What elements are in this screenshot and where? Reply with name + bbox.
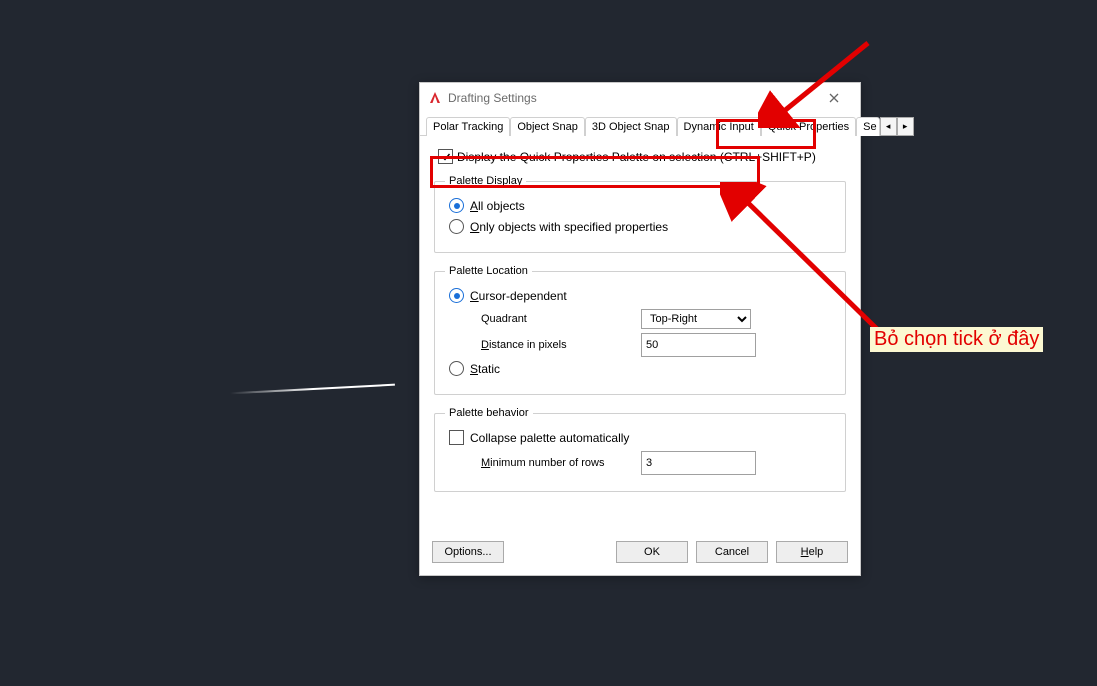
specified-label: Only objects with specified properties [470,220,668,234]
palette-behavior-legend: Palette behavior [445,407,533,419]
all-objects-row: All objects [449,198,835,213]
tab-partial[interactable]: Se [856,117,879,136]
cursor-dependent-row: Cursor-dependent [449,288,835,303]
palette-display-legend: Palette Display [445,175,526,187]
close-button[interactable] [816,87,852,109]
annotation-text: Bỏ chọn tick ở đây [870,327,1043,352]
collapse-row: Collapse palette automatically [449,430,835,445]
quadrant-row: Quadrant Top-Right [481,309,835,329]
quadrant-label: Quadrant [481,313,631,325]
palette-display-group: Palette Display All objects Only objects… [434,175,846,253]
tab-quick-properties[interactable]: Quick Properties [761,117,856,136]
display-quick-properties-row: Display the Quick Properties Palette on … [434,146,846,167]
display-quick-properties-label: Display the Quick Properties Palette on … [457,150,816,164]
palette-location-legend: Palette Location [445,265,532,277]
minrows-input[interactable] [641,451,756,475]
tab-dynamic-input[interactable]: Dynamic Input [677,117,761,136]
static-label: Static [470,362,500,376]
minrows-label: Minimum number of rows [481,457,631,469]
dialog-content: Display the Quick Properties Palette on … [420,136,860,533]
help-button[interactable]: Help [776,541,848,563]
autocad-icon [428,91,442,105]
cursor-dependent-label: Cursor-dependent [470,289,567,303]
dialog-button-row: Options... OK Cancel Help [420,533,860,575]
tab-object-snap[interactable]: Object Snap [510,117,585,136]
cancel-button[interactable]: Cancel [696,541,768,563]
tab-scroll-left[interactable]: ◂ [880,117,897,136]
tab-polar-tracking[interactable]: Polar Tracking [426,117,510,136]
specified-radio[interactable] [449,219,464,234]
static-radio[interactable] [449,361,464,376]
background-streak [230,384,395,395]
minrows-row: Minimum number of rows [481,451,835,475]
static-row: Static [449,361,835,376]
ok-button[interactable]: OK [616,541,688,563]
all-objects-radio[interactable] [449,198,464,213]
checkmark-icon [441,152,451,162]
distance-input[interactable] [641,333,756,357]
tab-scroll-right[interactable]: ▸ [897,117,914,136]
titlebar: Drafting Settings [420,83,860,113]
cursor-dependent-radio[interactable] [449,288,464,303]
drafting-settings-dialog: Drafting Settings Polar Tracking Object … [419,82,861,576]
distance-row: Distance in pixels [481,333,835,357]
options-button[interactable]: Options... [432,541,504,563]
tab-3d-object-snap[interactable]: 3D Object Snap [585,117,677,136]
quadrant-select[interactable]: Top-Right [641,309,751,329]
collapse-label: Collapse palette automatically [470,431,629,445]
tab-bar: Polar Tracking Object Snap 3D Object Sna… [420,113,860,136]
display-quick-properties-checkbox[interactable] [438,149,453,164]
palette-behavior-group: Palette behavior Collapse palette automa… [434,407,846,492]
distance-label: Distance in pixels [481,339,631,351]
close-icon [829,93,839,103]
all-objects-label: All objects [470,199,525,213]
palette-location-group: Palette Location Cursor-dependent Quadra… [434,265,846,395]
tab-scroll: ◂ ▸ [880,116,914,135]
dialog-title: Drafting Settings [448,91,816,105]
specified-row: Only objects with specified properties [449,219,835,234]
collapse-checkbox[interactable] [449,430,464,445]
